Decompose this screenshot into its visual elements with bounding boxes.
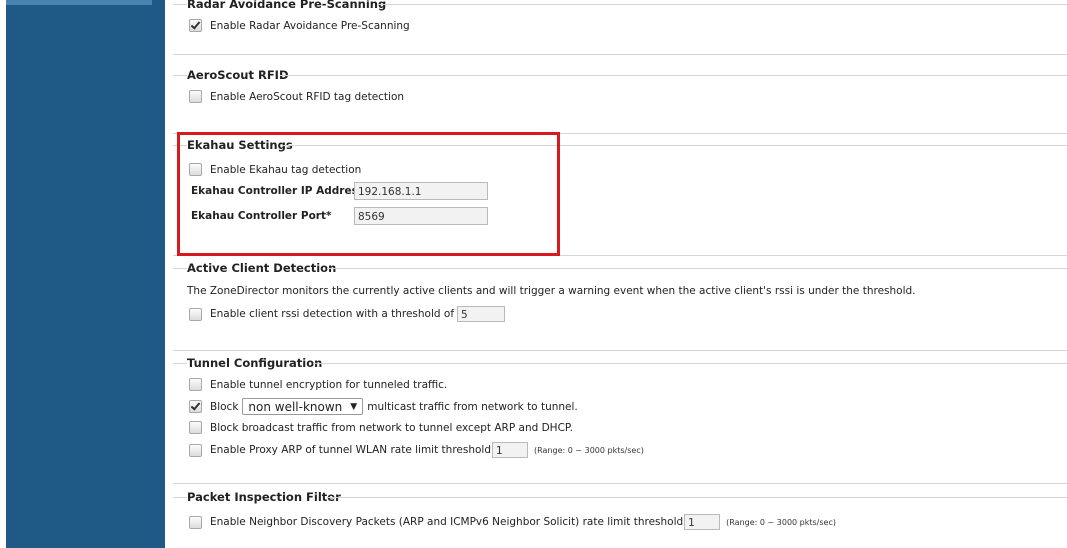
section-border bbox=[173, 497, 187, 498]
proxy-arp-label: Enable Proxy ARP of tunnel WLAN rate lim… bbox=[210, 444, 492, 456]
radar-enable-label: Enable Radar Avoidance Pre-Scanning bbox=[210, 19, 410, 32]
section-border bbox=[313, 363, 1067, 364]
active-client-description: The ZoneDirector monitors the currently … bbox=[187, 285, 916, 297]
rssi-enable-label: Enable client rssi detection with a thre… bbox=[210, 308, 455, 320]
radar-section-title: Radar Avoidance Pre-Scanning bbox=[187, 0, 391, 11]
tunnel-block-checkbox[interactable] bbox=[189, 400, 202, 413]
active-client-section-title: Active Client Detection bbox=[187, 261, 341, 275]
section-border bbox=[377, 4, 1067, 5]
section-divider bbox=[173, 350, 1067, 351]
rssi-checkbox[interactable] bbox=[189, 307, 202, 321]
aeroscout-section-title: AeroScout RFID bbox=[187, 68, 293, 82]
packet-section-title: Packet Inspection Filter bbox=[187, 490, 345, 504]
neighbor-discovery-row: Enable Neighbor Discovery Packets (ARP a… bbox=[189, 514, 836, 530]
section-border bbox=[173, 268, 187, 269]
tunnel-section-title: Tunnel Configuration bbox=[187, 356, 327, 370]
tunnel-broadcast-label: Block broadcast traffic from network to … bbox=[210, 421, 573, 434]
section-border bbox=[173, 363, 187, 364]
section-border bbox=[173, 75, 187, 76]
multicast-type-value: non well-known bbox=[248, 399, 343, 414]
dropdown-arrow-icon: ▼ bbox=[350, 401, 358, 412]
section-border bbox=[327, 268, 1067, 269]
tunnel-block-suffix: multicast traffic from network to tunnel… bbox=[367, 400, 578, 413]
sidebar-top-accent bbox=[6, 0, 152, 5]
tunnel-encryption-row: Enable tunnel encryption for tunneled tr… bbox=[189, 378, 447, 391]
tunnel-broadcast-row: Block broadcast traffic from network to … bbox=[189, 421, 573, 434]
section-divider bbox=[173, 54, 1067, 55]
sidebar bbox=[6, 0, 165, 548]
neighbor-discovery-checkbox[interactable] bbox=[189, 515, 202, 529]
section-border bbox=[173, 4, 187, 5]
tunnel-encryption-checkbox[interactable] bbox=[189, 378, 202, 391]
radar-checkbox[interactable] bbox=[189, 19, 202, 32]
radar-row: Enable Radar Avoidance Pre-Scanning bbox=[189, 19, 410, 32]
active-client-row: Enable client rssi detection with a thre… bbox=[189, 306, 506, 322]
section-divider bbox=[173, 483, 1067, 484]
multicast-type-select[interactable]: non well-known ▼ bbox=[242, 398, 364, 415]
proxy-arp-row: Enable Proxy ARP of tunnel WLAN rate lim… bbox=[189, 442, 644, 458]
proxy-arp-range: (Range: 0 ~ 3000 pkts/sec) bbox=[534, 445, 644, 455]
proxy-arp-threshold-input[interactable]: 1 bbox=[492, 442, 529, 458]
aeroscout-row: Enable AeroScout RFID tag detection bbox=[189, 90, 404, 103]
neighbor-discovery-range: (Range: 0 ~ 3000 pkts/sec) bbox=[726, 517, 836, 527]
neighbor-discovery-label: Enable Neighbor Discovery Packets (ARP a… bbox=[210, 516, 684, 528]
tunnel-block-label: Block bbox=[210, 400, 239, 413]
tunnel-encryption-label: Enable tunnel encryption for tunneled tr… bbox=[210, 378, 448, 391]
proxy-arp-checkbox[interactable] bbox=[189, 443, 202, 457]
tunnel-broadcast-checkbox[interactable] bbox=[189, 421, 202, 434]
settings-panel: Radar Avoidance Pre-Scanning Enable Rada… bbox=[165, 0, 1067, 548]
tunnel-block-row: Block non well-known ▼ multicast traffic… bbox=[189, 398, 578, 415]
section-border bbox=[327, 497, 1067, 498]
aeroscout-checkbox[interactable] bbox=[189, 90, 202, 103]
rssi-threshold-input[interactable]: 5 bbox=[457, 306, 506, 322]
neighbor-discovery-threshold-input[interactable]: 1 bbox=[684, 514, 721, 530]
aeroscout-enable-label: Enable AeroScout RFID tag detection bbox=[210, 90, 405, 103]
section-border bbox=[280, 75, 1067, 76]
ekahau-highlight-box bbox=[177, 132, 560, 256]
